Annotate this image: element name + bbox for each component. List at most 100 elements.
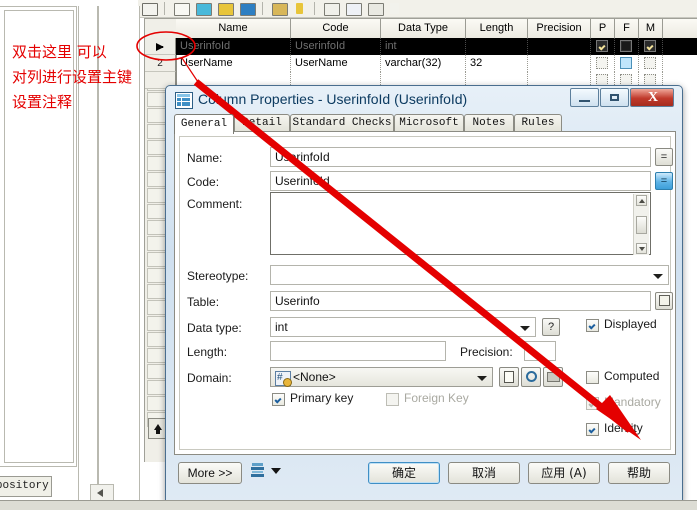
misc-icon[interactable] [390, 3, 399, 14]
grid-column-header-p[interactable]: P [591, 19, 615, 38]
grid-column-header-code[interactable]: Code [291, 19, 381, 38]
datatype-value: int [275, 320, 288, 334]
tab-general[interactable]: General [174, 114, 234, 134]
scroll-down-icon[interactable] [636, 243, 647, 254]
comment-textarea[interactable] [270, 192, 651, 255]
grid-column-header-name[interactable]: Name [176, 19, 291, 38]
find-icon [526, 371, 537, 382]
comment-scrollbar[interactable] [633, 194, 649, 255]
package-icon[interactable] [272, 3, 288, 16]
cell-length[interactable]: 32 [466, 55, 528, 72]
table-input[interactable]: Userinfo [270, 291, 651, 311]
tab-repository[interactable]: epository [0, 476, 52, 497]
checkbox-f[interactable] [620, 40, 632, 52]
link-icon[interactable] [324, 3, 340, 16]
dialog-title-bar[interactable]: Column Properties - UserinfoId (Userinfo… [166, 86, 682, 114]
cell-data-type[interactable]: varchar(32) [381, 55, 466, 72]
table-row[interactable]: 2 UserName UserName varchar(32) 32 [145, 55, 697, 72]
tab-rules[interactable]: Rules [514, 114, 562, 132]
foreign-key-checkbox[interactable] [386, 393, 399, 406]
tab-detail[interactable]: Detail [234, 114, 290, 132]
cell-p[interactable] [591, 55, 615, 72]
displayed-label: Displayed [604, 317, 657, 331]
cell-code[interactable]: UserinfoId [291, 38, 381, 55]
domain-label: Domain: [187, 371, 232, 385]
domain-combo[interactable]: <None> [270, 367, 493, 387]
apply-button[interactable]: 应用 (A) [528, 462, 600, 484]
more-button[interactable]: More >> [178, 462, 242, 484]
checkbox-m[interactable] [644, 40, 656, 52]
cell-name[interactable]: UserName [176, 55, 291, 72]
key-table-icon[interactable] [218, 3, 234, 16]
list-icon[interactable] [142, 3, 158, 16]
view-icon[interactable] [196, 3, 212, 16]
close-button[interactable]: X [630, 88, 674, 107]
name-input[interactable]: UserinfoId [270, 147, 651, 167]
code-equals-button[interactable]: = [655, 172, 673, 190]
table-properties-button[interactable] [655, 292, 673, 310]
cell-f[interactable] [615, 55, 639, 72]
checkbox-f[interactable] [620, 57, 632, 69]
print-icon[interactable] [251, 463, 264, 477]
primary-key-checkbox[interactable] [272, 393, 285, 406]
checkbox-m[interactable] [644, 57, 656, 69]
displayed-checkbox[interactable] [586, 319, 599, 332]
datatype-help-button[interactable]: ? [542, 318, 560, 336]
scroll-up-icon[interactable] [636, 195, 647, 206]
ok-button[interactable]: 确定 [368, 462, 440, 484]
shortcut-icon[interactable] [368, 3, 384, 16]
chevron-down-icon[interactable] [271, 468, 281, 474]
cell-name[interactable]: UserinfoId [176, 38, 291, 55]
checkbox-p[interactable] [596, 40, 608, 52]
maximize-button[interactable] [600, 88, 629, 107]
annotation-line: 设置注释 [12, 93, 73, 111]
application-window: epository NameCodeData TypeLengthPrecisi… [0, 0, 697, 510]
length-input[interactable] [270, 341, 446, 361]
annotation-line: 对列进行设置主键 [12, 68, 133, 86]
checkbox-p[interactable] [596, 57, 608, 69]
identity-checkbox[interactable] [586, 423, 599, 436]
tab-standard-checks[interactable]: Standard Checks [290, 114, 394, 132]
mandatory-checkbox[interactable] [586, 397, 599, 410]
name-equals-button[interactable]: = [655, 148, 673, 166]
left-arrow-icon [97, 489, 103, 497]
datatype-combo[interactable]: int [270, 317, 536, 337]
tab-notes[interactable]: Notes [464, 114, 514, 132]
scrollbar-thumb[interactable] [636, 216, 647, 234]
tab-microsoft[interactable]: Microsoft [394, 114, 464, 132]
domain-properties-button[interactable] [543, 367, 563, 387]
grid-column-header-data-type[interactable]: Data Type [381, 19, 466, 38]
reference-icon[interactable] [240, 3, 256, 16]
toolbar[interactable] [138, 0, 697, 18]
cell-precision[interactable] [528, 38, 591, 55]
dialog-tab-strip[interactable]: General Detail Standard Checks Microsoft Not… [174, 114, 674, 134]
cell-precision[interactable] [528, 55, 591, 72]
cell-f[interactable] [615, 38, 639, 55]
grid-column-header-m[interactable]: M [639, 19, 663, 38]
grid-column-header-blank[interactable] [663, 19, 697, 38]
grid-header-row: Name Code Data Type Length Precision P F M [145, 19, 697, 39]
computed-checkbox[interactable] [586, 371, 599, 384]
grid-column-header-length[interactable]: Length [466, 19, 528, 38]
cell-m[interactable] [639, 38, 663, 55]
stereotype-combo[interactable] [270, 265, 669, 285]
domain-find-button[interactable] [521, 367, 541, 387]
toolbar-separator [262, 2, 263, 15]
inherit-icon[interactable] [346, 3, 362, 16]
code-input[interactable]: UserinfoId [270, 171, 651, 191]
table-row[interactable]: UserinfoId UserinfoId int [145, 38, 697, 55]
help-button[interactable]: 帮助 [608, 462, 670, 484]
cell-p[interactable] [591, 38, 615, 55]
cell-length[interactable] [466, 38, 528, 55]
note-icon[interactable] [296, 3, 303, 14]
grid-column-header-f[interactable]: F [615, 19, 639, 38]
table-icon[interactable] [174, 3, 190, 16]
cell-m[interactable] [639, 55, 663, 72]
minimize-button[interactable] [570, 88, 599, 107]
cancel-button[interactable]: 取消 [448, 462, 520, 484]
grid-column-header-precision[interactable]: Precision [528, 19, 591, 38]
domain-new-button[interactable] [499, 367, 519, 387]
cell-code[interactable]: UserName [291, 55, 381, 72]
cell-data-type[interactable]: int [381, 38, 466, 55]
precision-input[interactable] [524, 341, 556, 361]
